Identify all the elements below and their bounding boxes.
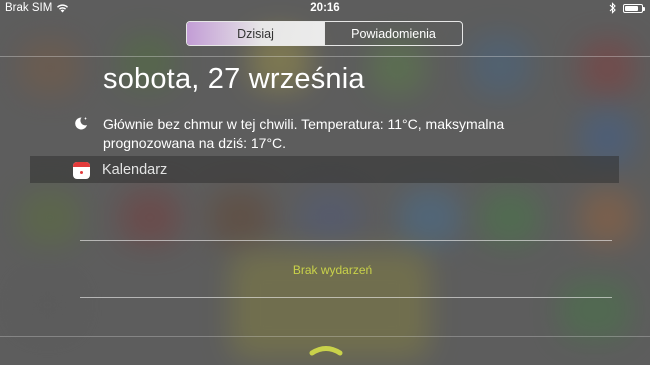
status-bar: Brak SIM 20:16 xyxy=(0,0,650,18)
divider xyxy=(0,56,650,57)
calendar-icon xyxy=(73,162,90,179)
tab-notifications[interactable]: Powiadomienia xyxy=(324,22,462,45)
no-events-message: Brak wydarzeń xyxy=(292,263,373,277)
battery-icon xyxy=(623,4,645,13)
status-time: 20:16 xyxy=(310,2,340,14)
tab-switcher: Dzisiaj Powiadomienia xyxy=(186,21,463,46)
today-date: sobota, 27 września xyxy=(103,63,365,95)
tab-today[interactable]: Dzisiaj xyxy=(187,22,324,45)
calendar-section-header[interactable]: Kalendarz xyxy=(30,156,619,183)
divider xyxy=(0,336,650,337)
weather-summary: Głównie bez chmur w tej chwili. Temperat… xyxy=(103,116,505,151)
moon-star-icon xyxy=(73,115,89,131)
battery-level xyxy=(625,6,638,11)
calendar-label: Kalendarz xyxy=(102,162,168,178)
bluetooth-icon xyxy=(609,2,617,17)
close-handle-icon[interactable] xyxy=(308,343,344,357)
divider xyxy=(80,240,612,241)
divider xyxy=(80,297,612,298)
